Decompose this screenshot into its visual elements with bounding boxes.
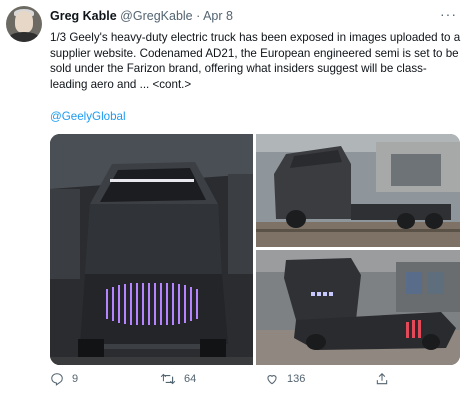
tweet-text: 1/3 Geely's heavy-duty electric truck ha… <box>50 31 461 91</box>
author-name[interactable]: Greg Kable <box>50 9 117 23</box>
author-handle[interactable]: @GregKable <box>120 9 192 23</box>
share-icon <box>376 373 388 385</box>
heart-icon <box>267 375 277 385</box>
like-button[interactable]: 136 <box>265 372 305 386</box>
media-grid <box>50 134 460 365</box>
action-bar: 9 64 136 <box>50 370 460 390</box>
avatar-shirt <box>8 32 40 42</box>
share-button[interactable] <box>375 372 397 386</box>
truck-side-illustration <box>256 134 460 247</box>
separator-dot: · <box>196 9 201 23</box>
mention-link[interactable]: @GeelyGlobal <box>50 110 126 123</box>
avatar-face <box>15 11 33 33</box>
retweet-count: 64 <box>184 373 197 385</box>
tweet[interactable]: Greg Kable @GregKable · Apr 8 ··· 1/3 Ge… <box>0 0 470 400</box>
retweet-button[interactable]: 64 <box>160 372 196 386</box>
tweet-date[interactable]: Apr 8 <box>203 9 233 23</box>
retweet-icon <box>160 373 176 385</box>
tweet-header: Greg Kable @GregKable · Apr 8 <box>50 9 233 23</box>
truck-front-illustration <box>50 134 253 365</box>
more-icon[interactable]: ··· <box>440 6 457 22</box>
like-count: 136 <box>287 373 306 385</box>
reply-button[interactable]: 9 <box>50 372 78 386</box>
reply-count: 9 <box>72 373 79 385</box>
truck-front-image[interactable] <box>50 134 253 365</box>
avatar[interactable] <box>6 6 42 42</box>
truck-chassis-image[interactable] <box>256 250 460 365</box>
truck-side-image[interactable] <box>256 134 460 247</box>
truck-chassis-illustration <box>256 250 460 365</box>
reply-icon <box>51 373 63 386</box>
